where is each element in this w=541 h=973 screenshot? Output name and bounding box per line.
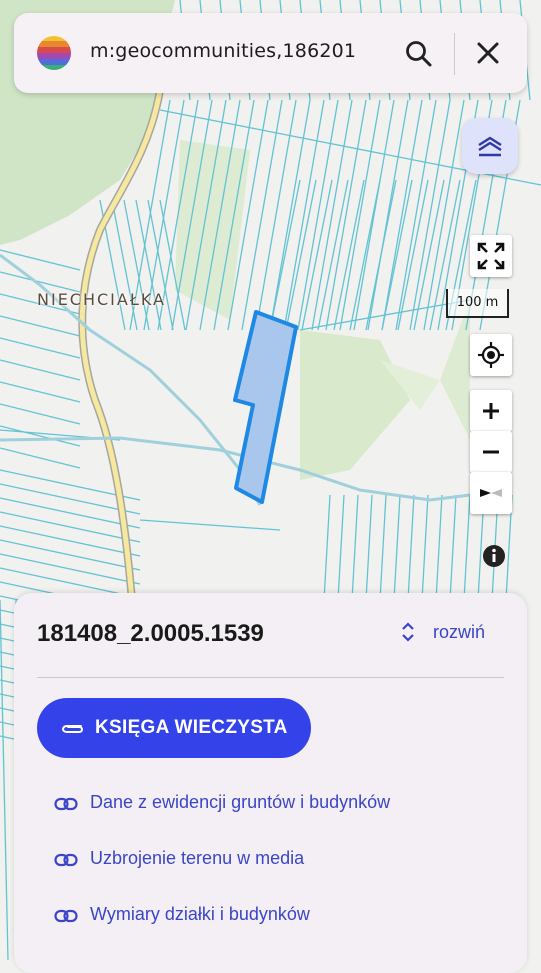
app-logo-rainbow-icon	[37, 36, 71, 70]
zoom-out-button[interactable]	[470, 431, 512, 473]
link-icon	[54, 853, 78, 867]
link-icon	[54, 797, 78, 811]
expand-label: rozwiń	[433, 622, 486, 642]
layers-button[interactable]	[462, 118, 518, 174]
paperclip-icon	[61, 725, 84, 733]
link-land-records[interactable]: Dane z ewidencji gruntów i budynków	[54, 790, 494, 820]
unfold-more-icon	[402, 622, 414, 642]
expand-button[interactable]: rozwiń	[399, 617, 509, 647]
search-icon[interactable]	[402, 37, 436, 71]
fullscreen-button[interactable]	[470, 235, 512, 277]
place-label: NIECHCIAŁKA	[37, 290, 166, 309]
zoom-in-icon	[483, 403, 499, 419]
close-icon[interactable]	[471, 36, 505, 70]
search-divider	[454, 33, 455, 75]
compass-icon	[480, 489, 502, 497]
locate-icon	[478, 342, 504, 368]
info-icon[interactable]	[479, 541, 509, 571]
search-bar[interactable]: m:geocommunities,186201	[14, 13, 527, 93]
link-dimensions[interactable]: Wymiary działki i budynków	[54, 902, 494, 932]
parcel-id: 181408_2.0005.1539	[37, 620, 264, 647]
zoom-in-button[interactable]	[470, 390, 512, 432]
link-utilities[interactable]: Uzbrojenie terenu w media	[54, 846, 494, 876]
zoom-out-icon	[483, 450, 499, 454]
layers-icon	[478, 136, 502, 157]
land-register-button[interactable]: KSIĘGA WIECZYSTA	[37, 698, 311, 758]
parcel-info-panel: 181408_2.0005.1539 rozwiń KSIĘGA WIECZYS…	[14, 593, 527, 973]
link-label: Wymiary działki i budynków	[90, 904, 310, 924]
locate-button[interactable]	[470, 334, 512, 376]
panel-divider	[37, 677, 504, 678]
land-register-label: KSIĘGA WIECZYSTA	[95, 717, 288, 738]
scale-bar: 100 m	[446, 289, 509, 318]
compass-button[interactable]	[470, 472, 512, 514]
fullscreen-icon	[477, 242, 505, 270]
search-input[interactable]: m:geocommunities,186201	[90, 40, 356, 62]
link-label: Dane z ewidencji gruntów i budynków	[90, 792, 391, 812]
link-icon	[54, 909, 78, 923]
link-label: Uzbrojenie terenu w media	[90, 848, 305, 868]
